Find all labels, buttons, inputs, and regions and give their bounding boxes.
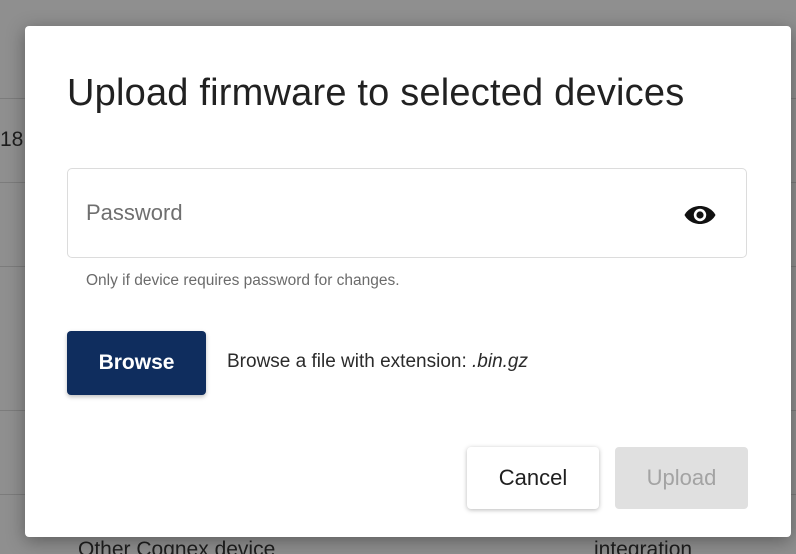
background-cell-text: integration — [594, 538, 693, 554]
eye-icon[interactable] — [683, 203, 717, 227]
browse-button[interactable]: Browse — [67, 331, 206, 395]
password-helper-text: Only if device requires password for cha… — [86, 272, 400, 289]
password-input[interactable] — [86, 195, 666, 231]
background-cell-text: 18 — [0, 128, 24, 151]
background-cell-text: Other Cognex device — [78, 538, 276, 554]
upload-firmware-dialog: Upload firmware to selected devices Only… — [25, 26, 791, 537]
file-extension: .bin.gz — [472, 351, 528, 372]
browse-hint-text: Browse a file with extension: — [227, 351, 473, 372]
upload-button[interactable]: Upload — [615, 447, 748, 509]
cancel-button[interactable]: Cancel — [467, 447, 599, 509]
password-field[interactable] — [67, 168, 747, 258]
dialog-title: Upload firmware to selected devices — [67, 72, 685, 114]
browse-hint: Browse a file with extension: .bin.gz — [227, 351, 528, 373]
